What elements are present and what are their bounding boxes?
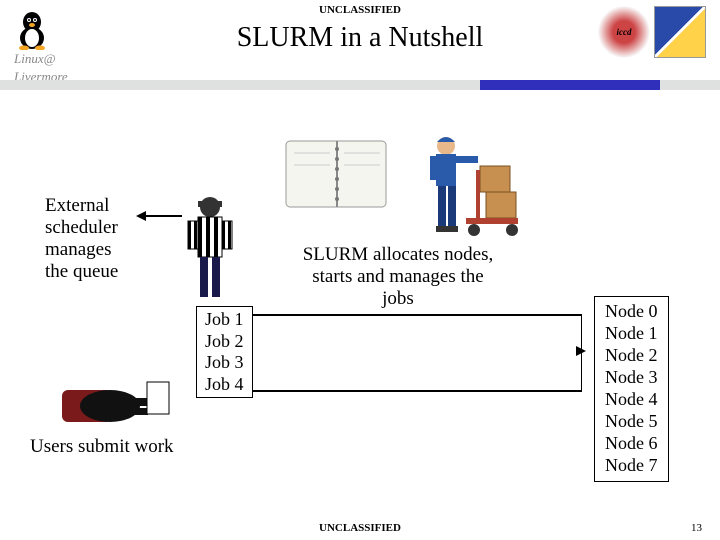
submit-caption: Users submit work xyxy=(30,436,174,458)
job-item: Job 1 xyxy=(205,309,244,331)
linux-livermore-logo: Linux@ Livermore xyxy=(14,8,94,86)
classification-bottom: UNCLASSIFIED xyxy=(0,522,720,534)
right-logos: iccd xyxy=(598,6,706,58)
iccd-logo: iccd xyxy=(598,6,650,58)
job-item: Job 2 xyxy=(205,331,244,353)
referee-icon xyxy=(180,195,240,300)
connector-line xyxy=(252,314,582,316)
connector-line xyxy=(252,390,582,392)
divider-bar xyxy=(0,80,720,90)
penguin-icon xyxy=(14,8,50,50)
worker-icon xyxy=(408,130,528,240)
node-item: Node 0 xyxy=(605,301,658,323)
job-item: Job 3 xyxy=(205,352,244,374)
hand-submit-icon xyxy=(62,372,172,432)
arrow-to-scheduler xyxy=(142,215,182,217)
job-queue-box: Job 1 Job 2 Job 3 Job 4 xyxy=(196,306,253,398)
arrow-to-nodes xyxy=(576,346,586,356)
node-item: Node 6 xyxy=(605,433,658,455)
node-list-box: Node 0 Node 1 Node 2 Node 3 Node 4 Node … xyxy=(594,296,669,482)
slurm-caption: SLURM allocates nodes, starts and manage… xyxy=(288,244,508,310)
node-item: Node 5 xyxy=(605,411,658,433)
node-item: Node 1 xyxy=(605,323,658,345)
node-item: Node 4 xyxy=(605,389,658,411)
node-item: Node 2 xyxy=(605,345,658,367)
node-item: Node 3 xyxy=(605,367,658,389)
notebook-icon xyxy=(282,135,392,215)
llnl-logo xyxy=(654,6,706,58)
node-item: Node 7 xyxy=(605,455,658,477)
job-item: Job 4 xyxy=(205,374,244,396)
page-number: 13 xyxy=(691,522,702,534)
scheduler-caption: External scheduler manages the queue xyxy=(45,195,118,282)
